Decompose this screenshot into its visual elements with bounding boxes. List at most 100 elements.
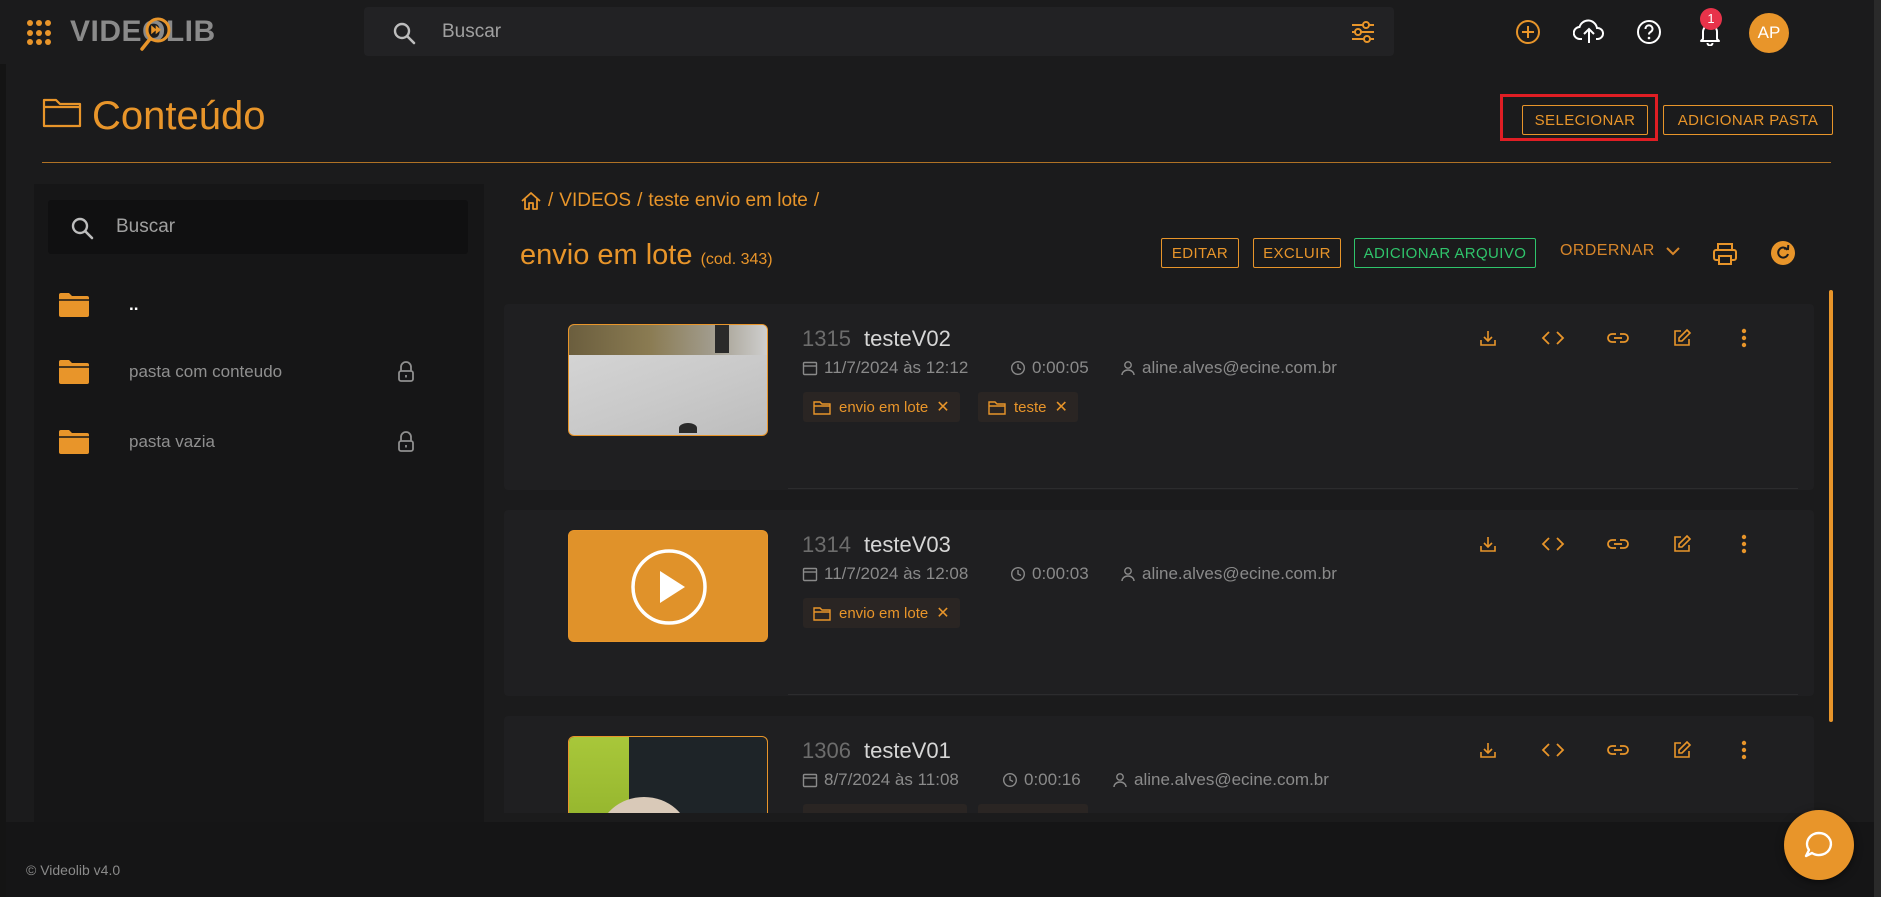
video-id: 1315 [802,326,851,351]
tag-chip[interactable] [978,804,1088,813]
video-thumbnail[interactable] [568,736,768,813]
video-date: 8/7/2024 às 11:08 [802,770,959,790]
sidebar-folder-parent[interactable]: .. [56,284,426,324]
calendar-icon [802,361,818,376]
apps-grid-icon[interactable] [27,20,53,46]
help-icon[interactable] [1636,19,1662,45]
clock-icon [1010,566,1026,582]
video-thumbnail[interactable] [568,324,768,436]
sidebar-search-input[interactable] [116,200,446,254]
edit-icon[interactable] [1672,740,1692,760]
add-file-button[interactable]: ADICIONAR ARQUIVO [1354,238,1536,268]
folder-icon [59,293,89,317]
edit-icon[interactable] [1672,534,1692,554]
card-divider [788,694,1798,695]
video-title[interactable]: testeV02 [864,326,951,352]
video-card[interactable]: 1315 testeV02 11/7/2024 às 12:12 0:00:05… [504,304,1814,490]
print-icon[interactable] [1712,242,1738,266]
edit-button[interactable]: EDITAR [1161,238,1239,268]
sidebar-search [48,200,468,254]
edit-icon[interactable] [1672,328,1692,348]
folder-title: envio em lote (cod. 343) [520,239,773,272]
video-date: 11/7/2024 às 12:12 [802,358,968,378]
remove-tag-icon[interactable]: ✕ [936,603,949,623]
embed-code-icon[interactable] [1541,740,1565,760]
user-icon [1113,773,1127,788]
embed-code-icon[interactable] [1541,534,1565,554]
lock-icon [398,361,414,382]
top-bar: VIDEOLIB 1 AP [0,0,1881,64]
delete-button[interactable]: EXCLUIR [1253,238,1341,268]
cloud-upload-icon[interactable] [1573,17,1605,45]
chevron-down-icon [1666,247,1680,256]
sort-dropdown[interactable]: ORDERNAR [1560,242,1681,260]
user-icon [1121,567,1135,582]
download-icon[interactable] [1478,740,1498,760]
video-duration: 0:00:16 [1002,770,1081,790]
video-duration-text: 0:00:05 [1032,358,1089,377]
tag-chip[interactable]: teste ✕ [978,392,1078,422]
folder-icon [59,430,89,454]
video-duration-text: 0:00:03 [1032,564,1089,583]
select-button[interactable]: SELECIONAR [1522,105,1648,135]
video-title[interactable]: testeV01 [864,738,951,764]
video-user-text: aline.alves@ecine.com.br [1134,770,1329,789]
filter-settings-icon[interactable] [1350,20,1376,44]
video-card[interactable]: 1306 testeV01 8/7/2024 às 11:08 0:00:16 … [504,716,1814,813]
link-icon[interactable] [1606,328,1630,348]
video-user: aline.alves@ecine.com.br [1112,770,1329,790]
video-thumbnail[interactable] [568,530,768,642]
global-search-input[interactable] [442,7,1302,56]
link-icon[interactable] [1606,534,1630,554]
video-duration: 0:00:03 [1010,564,1089,584]
video-date: 11/7/2024 às 12:08 [802,564,968,584]
breadcrumb-item-videos[interactable]: VIDEOS [559,190,631,212]
folder-outline-icon [813,606,831,621]
tag-chip[interactable] [803,804,967,813]
chat-button[interactable] [1784,810,1854,880]
video-user: aline.alves@ecine.com.br [1120,358,1337,378]
card-divider [788,488,1798,489]
remove-tag-icon[interactable]: ✕ [1055,397,1068,417]
clock-icon [1002,772,1018,788]
tag-chip[interactable]: envio em lote ✕ [803,392,960,422]
sidebar-folder-pasta-vazia[interactable]: pasta vazia [56,421,426,461]
add-folder-button[interactable]: ADICIONAR PASTA [1663,105,1833,135]
more-options-icon[interactable] [1741,328,1747,348]
sidebar-folder-pasta-com-conteudo[interactable]: pasta com conteudo [56,351,426,391]
tag-chip[interactable]: envio em lote ✕ [803,598,960,628]
folder-icon [59,360,89,384]
more-options-icon[interactable] [1741,534,1747,554]
video-duration-text: 0:00:16 [1024,770,1081,789]
calendar-icon [802,773,818,788]
video-card[interactable]: 1314 testeV03 11/7/2024 às 12:08 0:00:03… [504,510,1814,696]
refresh-icon[interactable] [1771,241,1795,265]
sidebar-folder-label: .. [129,295,139,314]
video-user-text: aline.alves@ecine.com.br [1142,358,1337,377]
download-icon[interactable] [1478,328,1498,348]
remove-tag-icon[interactable]: ✕ [936,397,949,417]
embed-code-icon[interactable] [1541,328,1565,348]
tag-label: teste [1014,398,1047,416]
list-scrollbar[interactable] [1829,290,1833,722]
search-icon [393,22,416,45]
home-icon[interactable] [520,191,542,211]
tag-label: envio em lote [839,398,929,416]
download-icon[interactable] [1478,534,1498,554]
logo-magnifier-icon [140,17,171,51]
add-circle-icon[interactable] [1515,19,1541,45]
lock-icon [398,431,414,452]
folder-outline-icon [42,98,82,128]
window-edge [1874,0,1881,897]
video-title[interactable]: testeV03 [864,532,951,558]
search-icon [71,217,94,240]
user-avatar[interactable]: AP [1749,13,1789,53]
video-user-text: aline.alves@ecine.com.br [1142,564,1337,583]
play-icon [631,549,707,625]
breadcrumb: / VIDEOS / teste envio em lote / [520,190,819,212]
chat-bubble-icon [1804,831,1833,858]
breadcrumb-separator: / [637,190,643,211]
more-options-icon[interactable] [1741,740,1747,760]
breadcrumb-item-teste-envio-em-lote[interactable]: teste envio em lote [648,190,807,212]
link-icon[interactable] [1606,740,1630,760]
